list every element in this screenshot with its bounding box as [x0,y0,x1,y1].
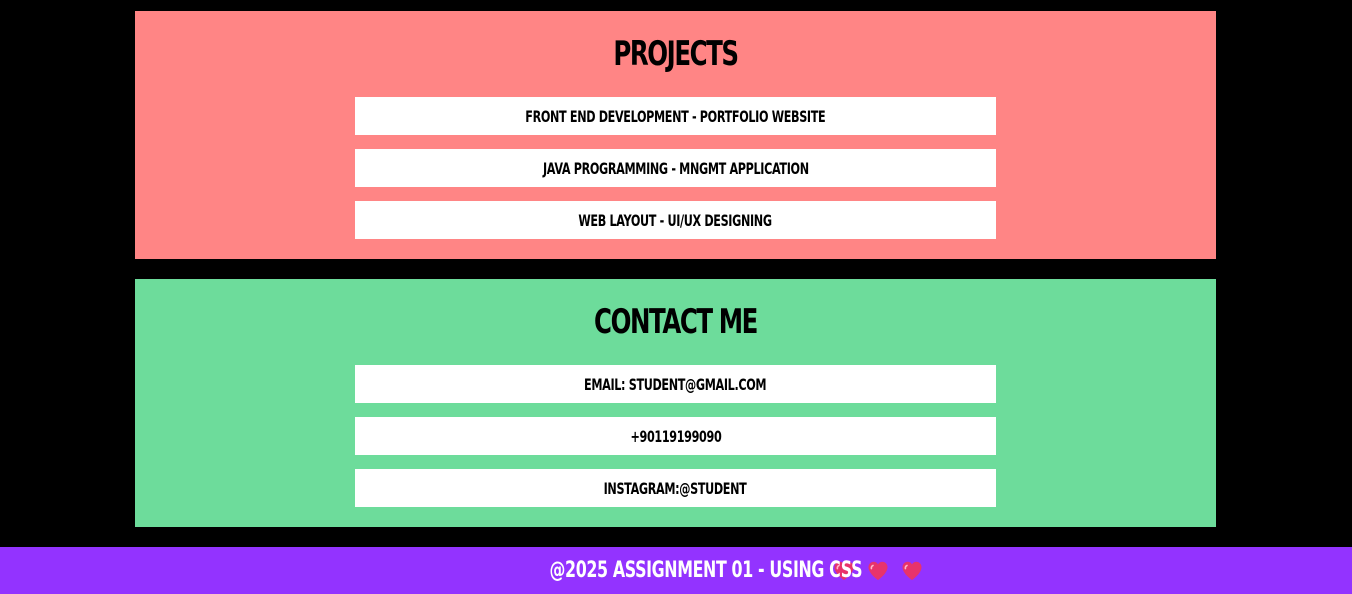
projects-title: PROJECTS [613,34,739,74]
heart-icon [902,561,922,580]
contact-item-label: +90119199090 [630,426,721,446]
project-item-java: JAVA PROGRAMMING - MNGMT APPLICATION [355,149,996,187]
contact-title: CONTACT ME [594,302,758,342]
project-item-front-end: FRONT END DEVELOPMENT - PORTFOLIO WEBSIT… [355,97,996,135]
project-item-label: WEB LAYOUT - UI/UX DESIGNING [578,210,773,230]
footer: @2025 ASSIGNMENT 01 - USING CSS [0,547,1352,594]
contact-item-label: EMAIL: STUDENT@GMAIL.COM [584,374,767,394]
project-item-web-layout: WEB LAYOUT - UI/UX DESIGNING [355,201,996,239]
contact-item-phone: +90119199090 [355,417,996,455]
project-item-label: JAVA PROGRAMMING - MNGMT APPLICATION [542,158,809,178]
contact-item-label: INSTAGRAM:@STUDENT [604,478,747,498]
footer-content: @2025 ASSIGNMENT 01 - USING CSS [428,558,924,583]
project-item-label: FRONT END DEVELOPMENT - PORTFOLIO WEBSIT… [525,106,826,126]
contact-item-email: EMAIL: STUDENT@GMAIL.COM [355,365,996,403]
contact-section: CONTACT ME EMAIL: STUDENT@GMAIL.COM +901… [135,279,1216,527]
projects-section: PROJECTS FRONT END DEVELOPMENT - PORTFOL… [135,11,1216,259]
heart-icon [868,561,888,580]
footer-text: @2025 ASSIGNMENT 01 - USING CSS [549,558,863,583]
page: PROJECTS FRONT END DEVELOPMENT - PORTFOL… [0,0,1352,594]
contact-item-instagram: INSTAGRAM:@STUDENT [355,469,996,507]
